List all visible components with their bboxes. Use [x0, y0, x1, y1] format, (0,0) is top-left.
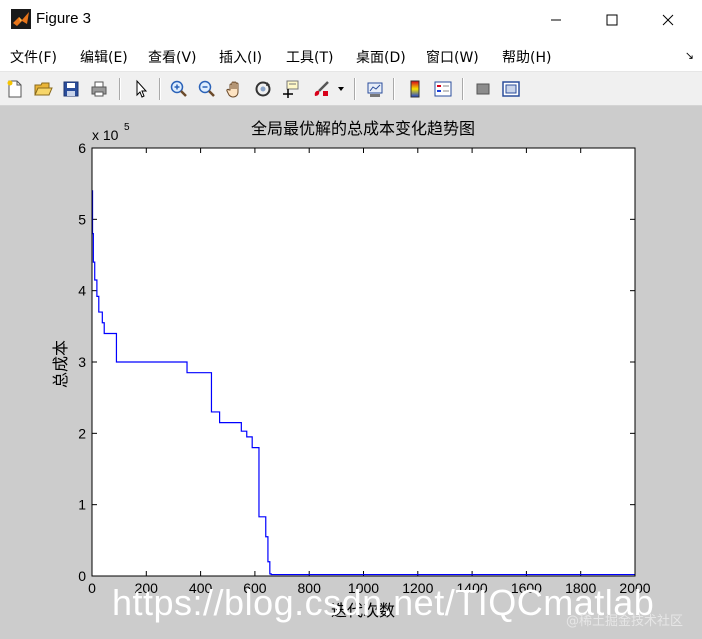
window-title: Figure 3 — [36, 10, 92, 27]
insert-colorbar-button[interactable] — [403, 77, 427, 101]
zoom-in-icon — [170, 80, 187, 97]
hand-icon — [226, 81, 239, 98]
toolbar-separator — [119, 78, 120, 100]
matlab-logo-icon — [11, 9, 31, 29]
menu-help[interactable]: 帮助(H) — [502, 47, 551, 67]
menu-insert[interactable]: 插入(I) — [219, 47, 262, 67]
open-folder-icon — [34, 82, 53, 96]
hide-tools-icon — [476, 83, 490, 95]
printer-icon — [91, 81, 107, 97]
new-document-icon — [7, 80, 22, 98]
x-tick-label: 0 — [88, 580, 96, 596]
menu-overflow-arrow-icon[interactable]: ↘ — [685, 49, 694, 62]
data-cursor-button[interactable] — [279, 77, 303, 101]
brush-dropdown-button[interactable] — [334, 77, 348, 101]
window-titlebar: Figure 3 — [0, 0, 702, 40]
link-plot-button[interactable] — [363, 77, 387, 101]
y-axis-label: 总成本 — [51, 340, 70, 388]
y-tick-label: 5 — [78, 211, 86, 227]
colorbar-icon — [410, 80, 420, 98]
figure-canvas: 0 200 400 600 800 1000 1200 1400 1600 1800 2000 0 1 2… — [0, 106, 702, 634]
y-tick-label: 1 — [78, 497, 86, 513]
y-tick-label: 2 — [78, 425, 86, 441]
hide-plot-tools-button[interactable] — [471, 77, 495, 101]
y-exponent-power: 5 — [124, 122, 130, 133]
open-file-button[interactable] — [31, 77, 55, 101]
y-tick-label: 0 — [78, 568, 86, 584]
figure-toolbar — [0, 72, 702, 106]
new-figure-button[interactable] — [3, 77, 27, 101]
insert-legend-button[interactable] — [431, 77, 455, 101]
zoom-in-button[interactable] — [167, 77, 191, 101]
close-icon — [662, 14, 674, 26]
zoom-out-button[interactable] — [195, 77, 219, 101]
brush-icon — [314, 81, 329, 96]
menu-file[interactable]: 文件(F) — [10, 47, 57, 67]
data-cursor-icon — [283, 80, 299, 98]
minimize-button[interactable] — [533, 0, 579, 40]
pointer-arrow-icon — [136, 79, 148, 98]
legend-icon — [434, 81, 452, 97]
brush-button[interactable] — [309, 77, 333, 101]
maximize-icon — [606, 14, 618, 26]
y-tick-label: 6 — [78, 140, 86, 156]
chart-title: 全局最优解的总成本变化趋势图 — [251, 119, 475, 138]
y-tick-label: 3 — [78, 354, 86, 370]
close-button[interactable] — [645, 0, 691, 40]
toolbar-separator — [462, 78, 463, 100]
toolbar-separator — [159, 78, 160, 100]
minimize-icon — [551, 19, 561, 21]
link-plot-icon — [367, 82, 383, 97]
rotate-icon — [255, 81, 271, 97]
menu-desktop[interactable]: 桌面(D) — [356, 47, 406, 67]
chevron-down-icon — [338, 87, 344, 91]
menu-bar: 文件(F) 编辑(E) 查看(V) 插入(I) 工具(T) 桌面(D) 窗口(W… — [0, 40, 702, 72]
edit-plot-button[interactable] — [129, 77, 153, 101]
rotate-3d-button[interactable] — [251, 77, 275, 101]
y-exponent-label: x 10 — [92, 127, 119, 143]
show-plot-tools-button[interactable] — [499, 77, 523, 101]
cost-trend-chart: 0 200 400 600 800 1000 1200 1400 1600 1800 2000012… — [51, 119, 651, 620]
watermark-secondary: @稀土掘金技术社区 — [566, 614, 684, 629]
menu-edit[interactable]: 编辑(E) — [80, 47, 128, 67]
show-tools-icon — [502, 81, 520, 97]
toolbar-separator — [354, 78, 355, 100]
toolbar-separator — [393, 78, 394, 100]
menu-tools[interactable]: 工具(T) — [286, 47, 333, 67]
menu-window[interactable]: 窗口(W) — [426, 47, 479, 67]
save-figure-button[interactable] — [59, 77, 83, 101]
maximize-button[interactable] — [589, 0, 635, 40]
print-figure-button[interactable] — [87, 77, 111, 101]
zoom-out-icon — [198, 80, 215, 97]
save-disk-icon — [63, 81, 79, 97]
menu-view[interactable]: 查看(V) — [148, 47, 197, 67]
pan-button[interactable] — [223, 77, 247, 101]
y-tick-label: 4 — [78, 283, 86, 299]
